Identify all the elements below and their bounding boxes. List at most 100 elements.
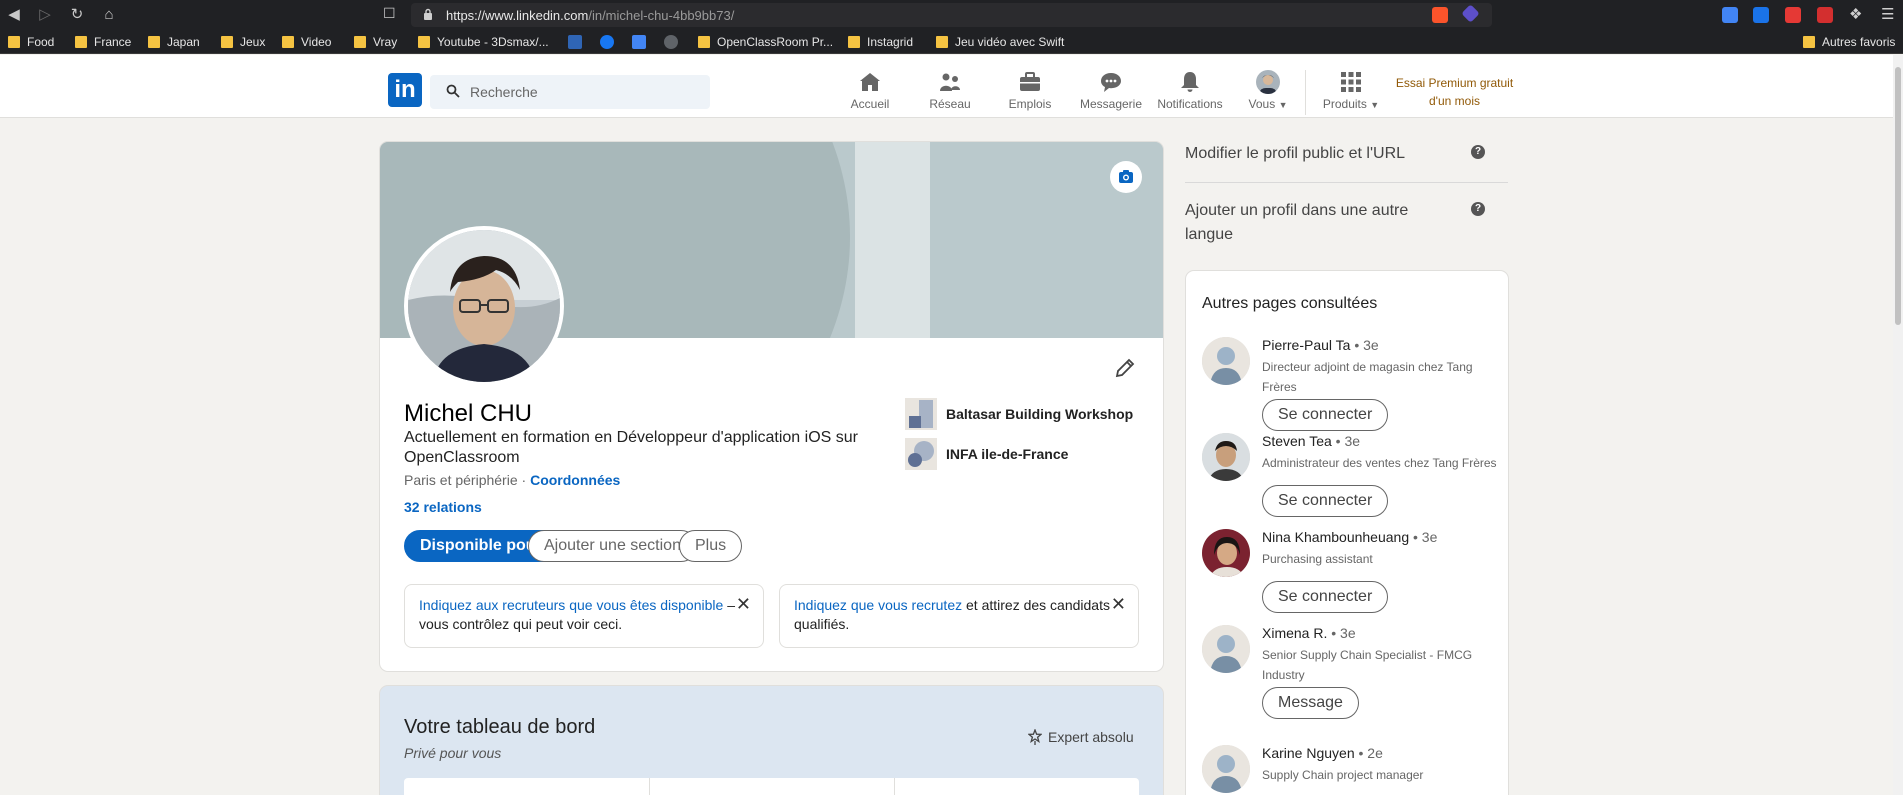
connections-link[interactable]: 32 relations [404, 499, 482, 515]
home-icon [860, 73, 880, 91]
bookmark-favicon[interactable] [664, 35, 678, 49]
premium-trial-link[interactable]: Essai Premium gratuit d'un mois [1392, 74, 1517, 110]
reload-icon[interactable]: ↻ [66, 5, 88, 25]
bookmark-folder[interactable]: France [75, 34, 131, 50]
folder-icon [354, 36, 366, 48]
page-scrollbar[interactable] [1893, 55, 1903, 795]
person-name[interactable]: Pierre-Paul Ta • 3e [1262, 337, 1379, 353]
bell-icon [1181, 72, 1199, 92]
person-name[interactable]: Ximena R. • 3e [1262, 625, 1356, 641]
extension-icon[interactable] [1753, 7, 1769, 23]
divider [649, 778, 650, 795]
person-title: Supply Chain project manager [1262, 768, 1424, 782]
all-star-badge[interactable]: Expert absolu [1027, 728, 1134, 745]
folder-icon [936, 36, 948, 48]
back-icon[interactable]: ◀ [3, 5, 25, 25]
translate-icon[interactable] [1722, 7, 1738, 23]
add-language-profile-link[interactable]: Ajouter un profil dans une autre langue [1185, 199, 1425, 247]
bookmark-folder-other[interactable]: Autres favoris [1803, 34, 1895, 50]
bookmark-folder[interactable]: Instagrid [848, 34, 913, 50]
people-also-viewed-title: Autres pages consultées [1202, 295, 1378, 312]
default-avatar-icon [1202, 337, 1250, 385]
home-browser-icon[interactable]: ⌂ [98, 5, 120, 25]
hiring-hint-link[interactable]: Indiquez que vous recrutez [794, 597, 962, 613]
folder-icon [1803, 36, 1815, 48]
folder-icon [8, 36, 20, 48]
address-bar[interactable]: ☐ https://www.linkedin.com/in/michel-chu… [383, 3, 1492, 27]
people-also-viewed-card: Autres pages consultées Pierre-Paul Ta •… [1186, 271, 1508, 795]
video-extension-icon[interactable] [1785, 7, 1801, 23]
help-icon[interactable]: ? [1471, 202, 1485, 216]
profile-headline: Actuellement en formation en Développeur… [404, 429, 858, 466]
person-title: Administrateur des ventes chez Tang Frèr… [1262, 456, 1497, 470]
bookmark-folder[interactable]: Food [8, 34, 54, 50]
dashboard-title: Votre tableau de bord [404, 716, 596, 738]
connect-button[interactable]: Se connecter [1262, 485, 1389, 517]
extensions-puzzle-icon[interactable]: ❖ [1849, 7, 1865, 23]
adblock-icon[interactable] [1817, 7, 1833, 23]
hiring-hint-card: Indiquez que vous recrutez et attirez de… [779, 584, 1139, 648]
bookmark-folder[interactable]: Jeux [221, 34, 265, 50]
translate-bookmark-icon[interactable] [632, 35, 646, 49]
camera-icon [1119, 170, 1133, 183]
add-section-button[interactable]: Ajouter une section [528, 530, 697, 562]
folder-icon [282, 36, 294, 48]
nav-products[interactable]: Produits ▼ [1320, 70, 1382, 114]
url-text: https://www.linkedin.com/in/michel-chu-4… [446, 8, 735, 23]
connect-button[interactable]: Se connecter [1262, 399, 1389, 431]
scrollbar-thumb[interactable] [1895, 67, 1901, 325]
person-title: Senior Supply Chain Specialist - FMCG In… [1262, 648, 1473, 682]
person-name[interactable]: Nina Khambounheuang • 3e [1262, 529, 1437, 545]
bookmark-folder[interactable]: Youtube - 3Dsmax/... [418, 34, 549, 50]
nav-jobs[interactable]: Emplois [1003, 70, 1057, 114]
person-name[interactable]: Karine Nguyen • 2e [1262, 745, 1383, 761]
bookmark-favicon[interactable] [568, 35, 582, 49]
profile-photo-image [408, 230, 560, 382]
avatar[interactable] [1202, 529, 1250, 577]
edit-public-profile-link[interactable]: Modifier le profil public et l'URL [1185, 142, 1405, 166]
profile-photo[interactable] [404, 226, 564, 386]
search-input[interactable] [470, 82, 700, 102]
divider [894, 778, 895, 795]
menu-icon[interactable]: ☰ [1881, 7, 1897, 23]
nav-network[interactable]: Réseau [925, 70, 975, 114]
edit-banner-button[interactable] [1110, 161, 1142, 193]
person-name[interactable]: Steven Tea • 3e [1262, 433, 1360, 449]
search-bar[interactable] [430, 75, 710, 109]
facebook-icon[interactable] [600, 35, 614, 49]
bookmark-folder[interactable]: Video [282, 34, 331, 50]
nav-messaging[interactable]: Messagerie [1078, 70, 1144, 114]
edit-pencil-icon[interactable] [1113, 356, 1137, 380]
connect-button[interactable]: Se connecter [1262, 581, 1389, 613]
close-icon[interactable]: ✕ [736, 595, 751, 614]
help-icon[interactable]: ? [1471, 145, 1485, 159]
contact-info-link[interactable]: Coordonnées [530, 472, 620, 488]
messaging-icon [1101, 73, 1121, 92]
linkedin-logo[interactable]: in [388, 73, 422, 107]
default-avatar-icon [1202, 625, 1250, 673]
message-button[interactable]: Message [1262, 687, 1359, 719]
more-button[interactable]: Plus [679, 530, 743, 562]
bookmark-folder[interactable]: Vray [354, 34, 397, 50]
bookmark-page-icon[interactable]: ☐ [383, 5, 396, 22]
close-icon[interactable]: ✕ [1111, 595, 1126, 614]
school-logo [905, 438, 937, 470]
default-avatar-icon [1202, 745, 1250, 793]
avatar[interactable] [1202, 337, 1250, 385]
avatar[interactable] [1202, 625, 1250, 673]
brave-shield-icon[interactable] [1432, 7, 1448, 23]
nav-me[interactable]: Vous ▼ [1243, 70, 1293, 114]
avatar[interactable] [1202, 745, 1250, 793]
briefcase-icon [1020, 72, 1040, 91]
forward-icon[interactable]: ▷ [34, 5, 56, 25]
bookmark-folder[interactable]: Japan [148, 34, 200, 50]
nav-notifications[interactable]: Notifications [1153, 70, 1227, 114]
nav-home[interactable]: Accueil [850, 70, 890, 114]
folder-icon [75, 36, 87, 48]
company-logo [905, 398, 937, 430]
bookmark-folder[interactable]: Jeu vidéo avec Swift [936, 34, 1064, 50]
recruiters-hint-link[interactable]: Indiquez aux recruteurs que vous êtes di… [419, 597, 723, 613]
banner-shape [855, 142, 930, 338]
bookmark-folder[interactable]: OpenClassRoom Pr... [698, 34, 833, 50]
avatar[interactable] [1202, 433, 1250, 481]
